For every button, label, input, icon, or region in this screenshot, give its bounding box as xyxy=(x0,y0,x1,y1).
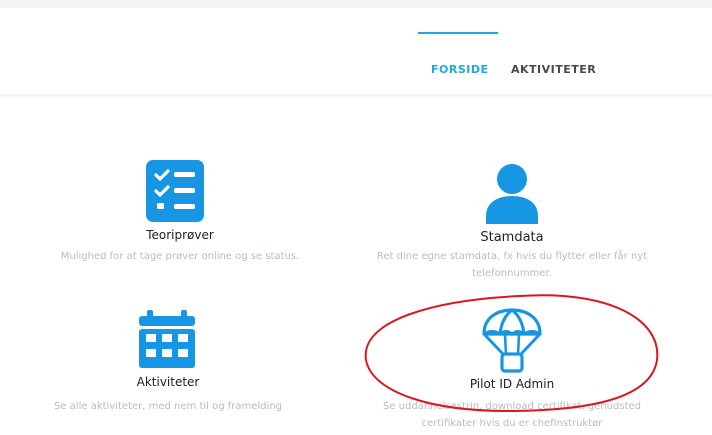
nav-aktiviteter[interactable]: AKTIVITETER xyxy=(511,63,596,76)
top-strip xyxy=(0,0,712,8)
header: FORSIDE AKTIVITETER xyxy=(0,8,712,95)
parachute-icon xyxy=(482,308,542,373)
calendar-icon xyxy=(139,310,195,368)
card-description: Se uddannelsestrin, download certifikat,… xyxy=(383,401,641,429)
checklist-icon xyxy=(146,160,204,222)
nav-forside[interactable]: FORSIDE xyxy=(431,63,489,76)
card-description: Se alle aktiviteter, med nem til og fram… xyxy=(54,401,282,412)
card-title: Teoriprøver xyxy=(146,228,214,242)
card-title: Pilot ID Admin xyxy=(469,377,555,391)
card-description: Ret dine egne stamdata, fx hvis du flytt… xyxy=(376,251,648,279)
card-teoriprover[interactable]: Teoriprøver Mulighed for at tage prøver … xyxy=(20,150,340,270)
card-aktiviteter[interactable]: Aktiviteter Se alle aktiviteter, med nem… xyxy=(8,305,328,415)
person-icon xyxy=(486,164,538,224)
active-tab-indicator xyxy=(418,32,498,34)
card-stamdata[interactable]: Stamdata Ret dine egne stamdata, fx hvis… xyxy=(352,150,672,290)
card-title: Stamdata xyxy=(480,230,544,245)
card-description: Mulighed for at tage prøver online og se… xyxy=(60,251,300,262)
card-title: Aktiviteter xyxy=(136,375,200,389)
main-nav: FORSIDE AKTIVITETER xyxy=(0,63,712,77)
card-pilot-id-admin[interactable]: Pilot ID Admin Se uddannelsestrin, downl… xyxy=(352,305,672,430)
